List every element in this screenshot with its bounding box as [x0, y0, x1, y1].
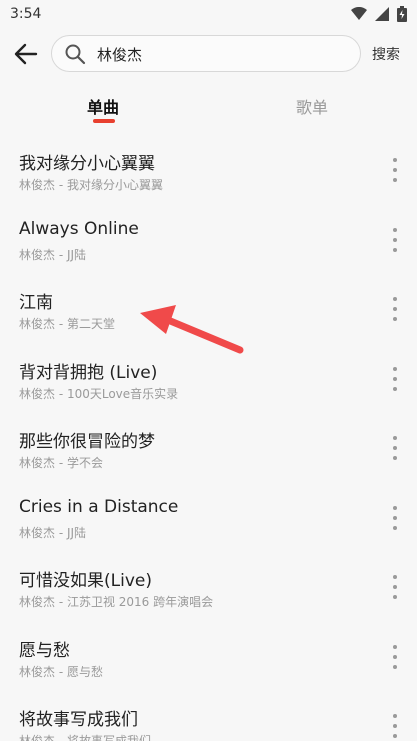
- signal-icon: [375, 7, 389, 21]
- back-arrow-icon[interactable]: [10, 38, 42, 70]
- more-options-icon[interactable]: [387, 366, 403, 391]
- song-title: 我对缘分小心翼翼: [19, 154, 155, 174]
- song-title: Cries in a Distance: [19, 496, 179, 517]
- song-subtitle: 林俊杰 - 将故事写成我们: [19, 734, 151, 741]
- song-subtitle: 林俊杰 - 我对缘分小心翼翼: [19, 178, 163, 192]
- song-title: 可惜没如果(Live): [19, 571, 152, 591]
- more-options-icon[interactable]: [387, 297, 403, 321]
- search-input[interactable]: [97, 42, 347, 66]
- list-item[interactable]: Cries in a Distance 林俊杰 - JJ陆: [0, 483, 417, 553]
- song-subtitle: 林俊杰 - 第二天堂: [19, 317, 115, 331]
- result-tabs: 单曲 歌单: [0, 86, 417, 126]
- list-item[interactable]: 那些你很冒险的梦 林俊杰 - 学不会: [0, 413, 417, 483]
- status-icons: [351, 6, 407, 22]
- list-item[interactable]: 愿与愁 林俊杰 - 愿与愁: [0, 622, 417, 692]
- search-field[interactable]: [51, 35, 361, 72]
- more-options-icon[interactable]: [387, 158, 403, 182]
- list-item[interactable]: 江南 林俊杰 - 第二天堂: [0, 274, 417, 344]
- battery-icon: [397, 6, 407, 22]
- more-options-icon[interactable]: [387, 436, 403, 460]
- song-subtitle: 林俊杰 - 学不会: [19, 456, 103, 470]
- list-item[interactable]: 可惜没如果(Live) 林俊杰 - 江苏卫视 2016 跨年演唱会: [0, 552, 417, 622]
- tab-playlist[interactable]: 歌单: [296, 94, 328, 118]
- song-title: 背对背拥抱 (Live): [19, 362, 158, 383]
- song-title: 那些你很冒险的梦: [19, 432, 155, 452]
- list-item[interactable]: 我对缘分小心翼翼 林俊杰 - 我对缘分小心翼翼: [0, 135, 417, 205]
- search-bar: 搜索: [0, 30, 417, 78]
- list-item[interactable]: Always Online 林俊杰 - JJ陆: [0, 205, 417, 275]
- tab-single[interactable]: 单曲: [87, 94, 119, 118]
- more-options-icon[interactable]: [387, 227, 403, 252]
- song-subtitle: 林俊杰 - 江苏卫视 2016 跨年演唱会: [19, 595, 214, 609]
- list-item[interactable]: 将故事写成我们 林俊杰 - 将故事写成我们: [0, 691, 417, 741]
- song-subtitle: 林俊杰 - 愿与愁: [19, 664, 103, 679]
- wifi-icon: [351, 7, 367, 20]
- song-subtitle: 林俊杰 - 100天Love音乐实录: [19, 386, 179, 401]
- song-title: Always Online: [19, 218, 139, 239]
- search-button[interactable]: 搜索: [372, 44, 400, 64]
- song-subtitle: 林俊杰 - JJ陆: [19, 525, 87, 540]
- more-options-icon[interactable]: [387, 575, 403, 599]
- status-bar: 3:54: [0, 0, 417, 30]
- song-title: 江南: [19, 293, 53, 313]
- more-options-icon[interactable]: [387, 714, 403, 738]
- status-time: 3:54: [10, 6, 42, 22]
- list-item[interactable]: 背对背拥抱 (Live) 林俊杰 - 100天Love音乐实录: [0, 344, 417, 414]
- search-icon: [65, 44, 86, 65]
- tab-indicator: [93, 119, 115, 123]
- song-title: 将故事写成我们: [19, 710, 138, 730]
- song-title: 愿与愁: [19, 640, 70, 661]
- song-subtitle: 林俊杰 - JJ陆: [19, 247, 87, 262]
- song-list: 我对缘分小心翼翼 林俊杰 - 我对缘分小心翼翼 Always Online 林俊…: [0, 135, 417, 741]
- more-options-icon[interactable]: [387, 644, 403, 669]
- more-options-icon[interactable]: [387, 505, 403, 530]
